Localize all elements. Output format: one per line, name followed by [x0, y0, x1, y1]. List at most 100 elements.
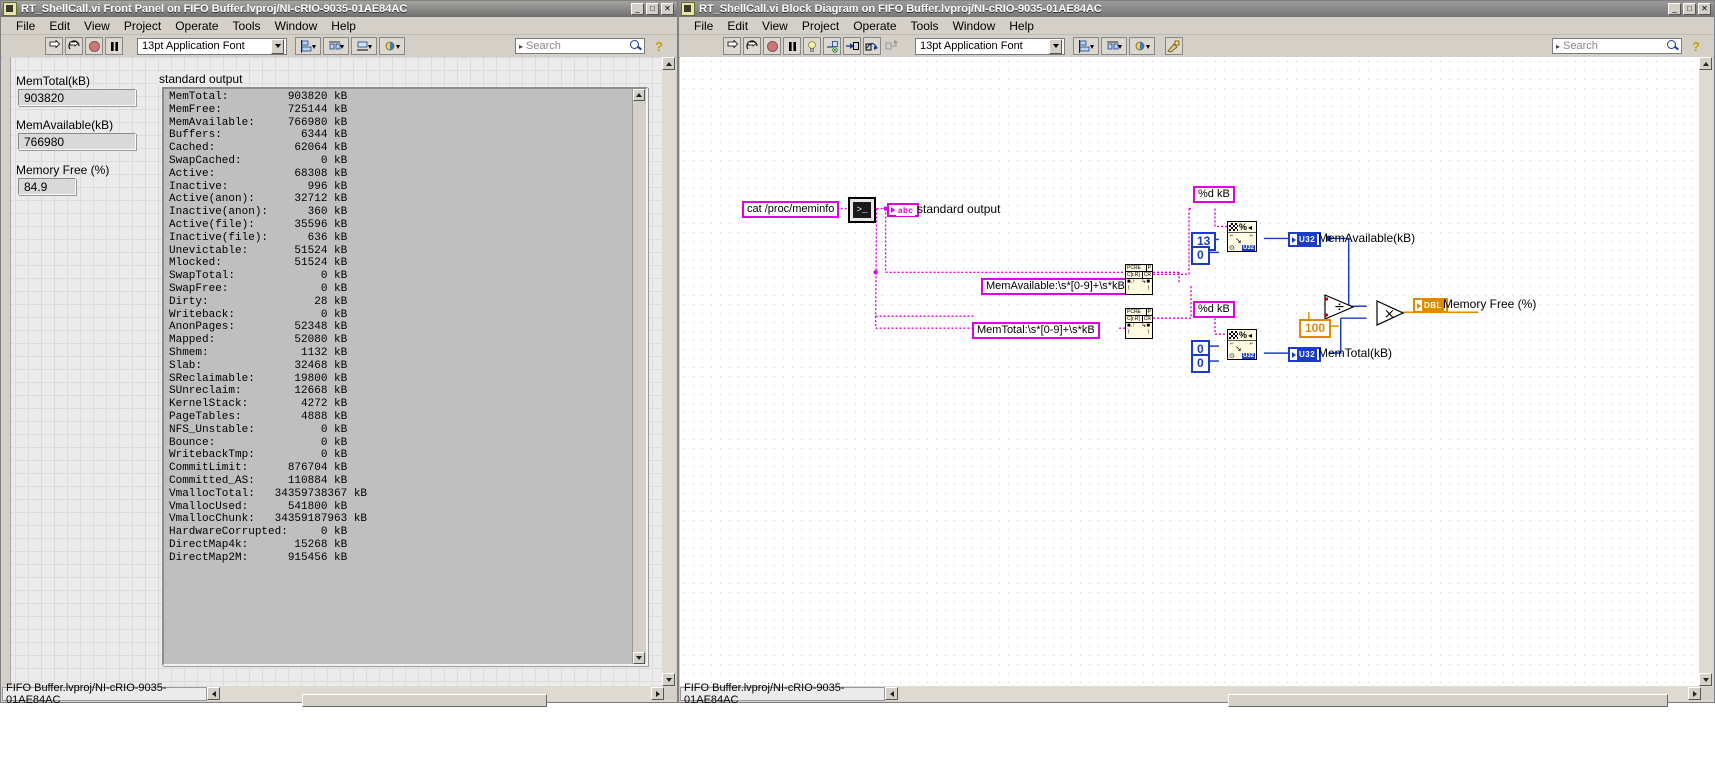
bd-resize-grip[interactable]	[1701, 687, 1713, 700]
search-input[interactable]: ▸ Search	[515, 38, 645, 54]
minimize-button[interactable]: _	[631, 3, 644, 15]
fp-resize-grip[interactable]	[664, 687, 676, 700]
bd-run-button[interactable]	[723, 37, 741, 55]
scroll-down-icon[interactable]	[633, 652, 645, 664]
scale-constant-100[interactable]: 100	[1299, 319, 1332, 338]
block-diagram-canvas[interactable]: cat /proc/meminfo >_ abc standard output…	[680, 57, 1713, 701]
resize-objects-button[interactable]	[351, 37, 377, 55]
memtotal-regex-constant[interactable]: MemTotal:\s*[0-9]+\s*kB	[972, 322, 1100, 339]
standard-output-terminal[interactable]: abc	[887, 203, 920, 217]
font-selector[interactable]: 13pt Application Font	[137, 37, 287, 55]
bd-menu-file[interactable]: File	[687, 18, 720, 34]
command-string-constant[interactable]: cat /proc/meminfo	[742, 201, 840, 218]
bd-menu-edit[interactable]: Edit	[720, 18, 755, 34]
format-string-available[interactable]: %d kB	[1193, 186, 1235, 203]
bd-scroll-right-icon[interactable]	[1688, 687, 1701, 700]
front-panel-titlebar[interactable]: RT_ShellCall.vi Front Panel on FIFO Buff…	[1, 1, 677, 17]
menu-help[interactable]: Help	[324, 18, 363, 34]
bd-menu-view[interactable]: View	[755, 18, 795, 34]
step-into-button[interactable]	[843, 37, 861, 55]
run-continuously-button[interactable]	[65, 37, 83, 55]
bd-menu-operate[interactable]: Operate	[846, 18, 903, 34]
abort-button[interactable]	[85, 37, 103, 55]
memavailable-regex-constant[interactable]: MemAvailable:\s*[0-9]+\s*kB	[981, 278, 1130, 295]
bd-close-button[interactable]: ✕	[1698, 3, 1711, 15]
step-over-button[interactable]	[863, 37, 881, 55]
font-selector-chevron-down-icon[interactable]	[271, 38, 284, 54]
multiply-node[interactable]: ×	[1375, 299, 1405, 327]
match-pattern-node-total[interactable]: PCRE P C[r,R] CR ■.↑ ↳■ ! !	[1125, 308, 1153, 339]
block-diagram-window-buttons: _ □ ✕	[1668, 3, 1712, 15]
scan-from-string-available[interactable]: % ◂ ⌐ ⌐ ↘ ⊙ U32	[1227, 221, 1257, 252]
align-objects-button[interactable]	[295, 37, 321, 55]
bd-reorder-button[interactable]	[1129, 37, 1155, 55]
memoryfree-indicator[interactable]: 84.9	[18, 178, 76, 195]
menu-edit[interactable]: Edit	[42, 18, 77, 34]
bd-help-icon[interactable]: ?	[1688, 39, 1704, 54]
bd-menu-project[interactable]: Project	[795, 18, 846, 34]
menu-window[interactable]: Window	[268, 18, 325, 34]
menu-project[interactable]: Project	[117, 18, 168, 34]
bd-search-dropdown-icon[interactable]: ▸	[1553, 42, 1563, 51]
cleanup-diagram-button[interactable]	[1165, 37, 1183, 55]
menu-tools[interactable]: Tools	[226, 18, 268, 34]
u32-type-chip-b: U32	[1297, 349, 1318, 360]
percent-symbol-a: %	[1239, 222, 1248, 232]
retain-wire-values-button[interactable]	[823, 37, 841, 55]
menu-operate[interactable]: Operate	[168, 18, 225, 34]
dbl-type-chip: DBL	[1422, 300, 1444, 311]
divide-node[interactable]: ÷	[1323, 293, 1355, 321]
system-exec-node[interactable]: >_	[848, 197, 876, 223]
offset-constant-0-a[interactable]: 0	[1191, 246, 1210, 265]
bd-distribute-objects-button[interactable]	[1101, 37, 1127, 55]
bd-search-input[interactable]: ▸ Search	[1552, 38, 1682, 54]
bd-font-selector-chevron-down-icon[interactable]	[1049, 38, 1062, 54]
bd-menu-window[interactable]: Window	[946, 18, 1003, 34]
standard-output-display[interactable]: MemTotal: 903820 kB MemFree: 725144 kB M…	[162, 87, 648, 666]
bd-maximize-button[interactable]: □	[1683, 3, 1696, 15]
run-button[interactable]	[45, 37, 63, 55]
help-icon[interactable]: ?	[651, 39, 667, 54]
pause-button[interactable]	[105, 37, 123, 55]
bd-minimize-button[interactable]: _	[1668, 3, 1681, 15]
standard-output-scrollbar[interactable]	[632, 89, 646, 664]
maximize-button[interactable]: □	[646, 3, 659, 15]
fp-scroll-left-icon[interactable]	[207, 687, 220, 700]
offset-constant-0-c[interactable]: 0	[1191, 354, 1210, 373]
bd-menu-help[interactable]: Help	[1002, 18, 1041, 34]
memavailable-indicator[interactable]: 766980	[18, 133, 136, 150]
scan-from-string-total[interactable]: % ◂ ⌐ ⌐ ↘ ⊙ U32	[1227, 329, 1257, 360]
bd-abort-button[interactable]	[763, 37, 781, 55]
bd-align-objects-button[interactable]	[1073, 37, 1099, 55]
memavailable-label: MemAvailable(kB)	[16, 118, 114, 132]
bd-menu-tools[interactable]: Tools	[904, 18, 946, 34]
u32-type-chip-a: U32	[1297, 234, 1318, 245]
bd-scroll-left-icon[interactable]	[885, 687, 898, 700]
front-panel-window-vscrollbar[interactable]	[662, 57, 676, 686]
block-diagram-titlebar[interactable]: RT_ShellCall.vi Block Diagram on FIFO Bu…	[679, 1, 1714, 17]
format-string-total[interactable]: %d kB	[1193, 301, 1235, 318]
reorder-button[interactable]	[379, 37, 405, 55]
close-button[interactable]: ✕	[661, 3, 674, 15]
match-pattern-node-available[interactable]: PCRE P C[r,R] CR ■.↑ ↳■ ! !	[1125, 264, 1153, 295]
menu-view[interactable]: View	[77, 18, 117, 34]
fp-scroll-up-icon[interactable]	[662, 57, 675, 70]
memtotal-indicator[interactable]: 903820	[18, 89, 136, 106]
fp-scroll-down-icon[interactable]	[662, 673, 675, 686]
memtotal-indicator-terminal[interactable]: U32	[1288, 347, 1322, 362]
bd-scroll-up-icon[interactable]	[1699, 57, 1712, 70]
bd-pause-button[interactable]	[783, 37, 801, 55]
memavailable-indicator-terminal[interactable]: U32	[1288, 232, 1322, 247]
bd-run-continuously-button[interactable]	[743, 37, 761, 55]
step-out-button[interactable]	[883, 37, 901, 55]
block-diagram-window: RT_ShellCall.vi Block Diagram on FIFO Bu…	[678, 0, 1715, 707]
menu-file[interactable]: File	[9, 18, 42, 34]
fp-scroll-right-icon[interactable]	[651, 687, 664, 700]
distribute-objects-button[interactable]	[323, 37, 349, 55]
bd-scroll-down-icon[interactable]	[1699, 673, 1712, 686]
highlight-execution-button[interactable]	[803, 37, 821, 55]
scroll-up-icon[interactable]	[633, 89, 645, 101]
block-diagram-window-vscrollbar[interactable]	[1699, 57, 1713, 686]
search-dropdown-icon[interactable]: ▸	[516, 42, 526, 51]
bd-font-selector[interactable]: 13pt Application Font	[915, 37, 1065, 55]
